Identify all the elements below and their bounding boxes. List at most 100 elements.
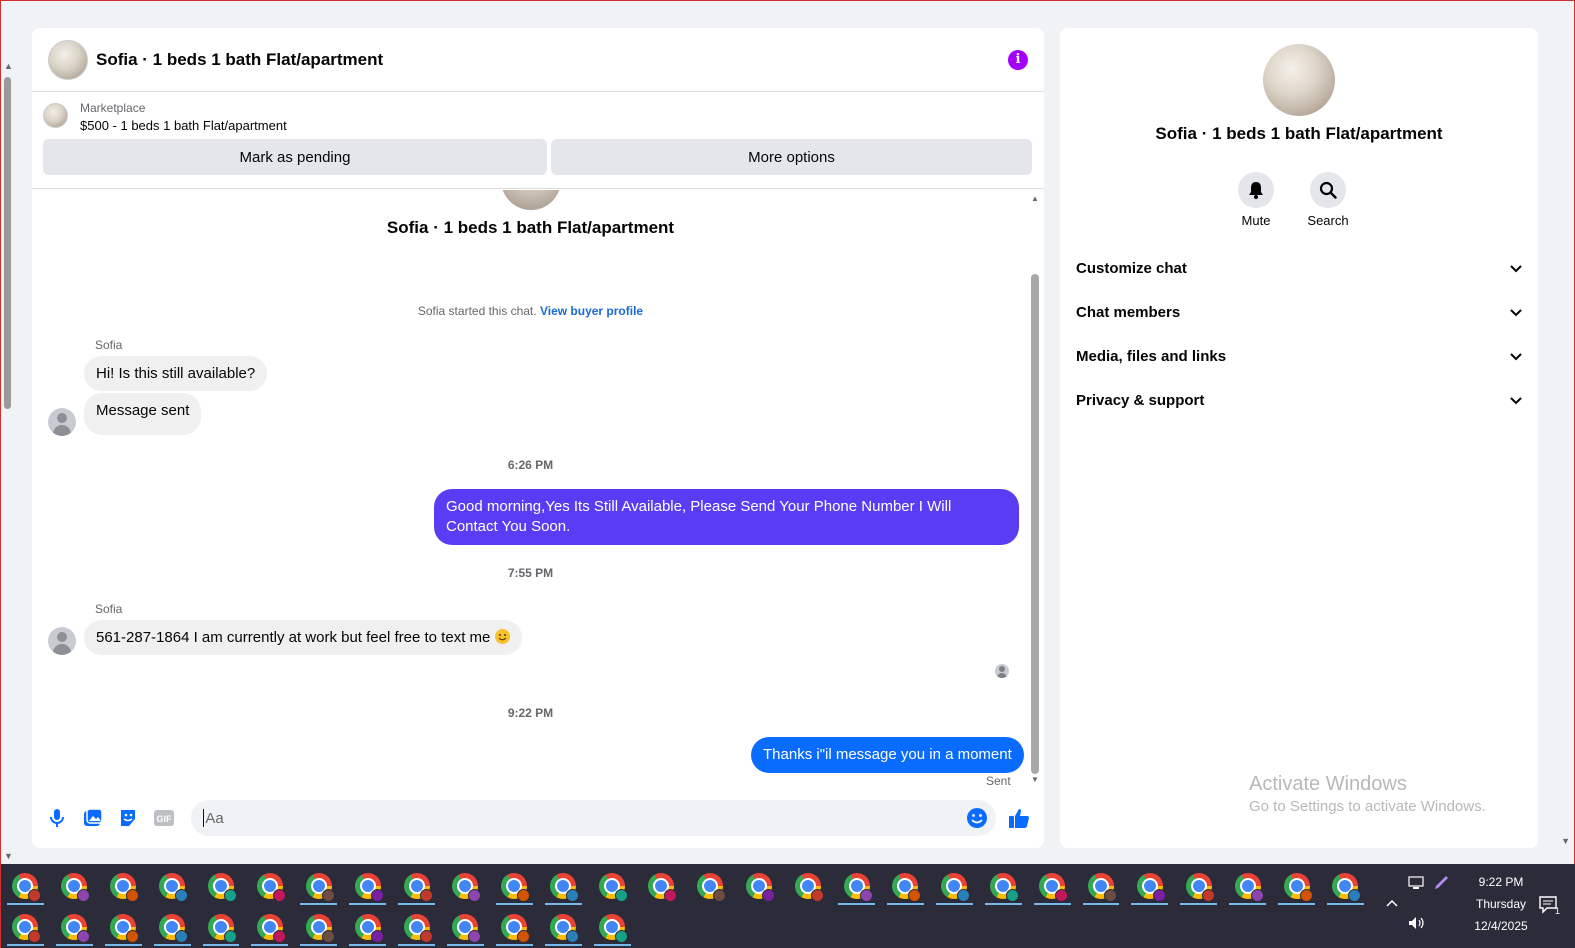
outgoing-message[interactable]: Thanks i"il message you in a moment: [751, 737, 1024, 773]
chrome-taskbar-button[interactable]: [245, 907, 294, 947]
chrome-taskbar-button[interactable]: [148, 866, 197, 906]
chrome-taskbar-button[interactable]: [50, 866, 99, 906]
page-scrollbar[interactable]: ▲ ▼: [1, 61, 15, 861]
mark-as-pending-button[interactable]: Mark as pending: [43, 139, 547, 175]
chrome-taskbar-button[interactable]: [294, 866, 343, 906]
chat-started-notice: Sofia started this chat. View buyer prof…: [32, 304, 1029, 318]
scroll-down-arrow[interactable]: ▼: [1031, 775, 1039, 784]
search-action[interactable]: Search: [1307, 172, 1349, 228]
chrome-icon: [159, 914, 189, 943]
chrome-taskbar-button[interactable]: [1174, 866, 1223, 906]
listing-avatar[interactable]: [48, 39, 88, 80]
chrome-taskbar-button[interactable]: [539, 866, 588, 906]
chrome-icon: [745, 873, 775, 902]
profile-badge-icon: [517, 930, 531, 943]
profile-badge-icon: [272, 930, 286, 943]
pen-icon[interactable]: [1434, 876, 1450, 890]
gif-icon[interactable]: GIF: [153, 807, 175, 829]
chrome-taskbar-button[interactable]: [99, 866, 148, 906]
privacy-support-section[interactable]: Privacy & support: [1076, 378, 1522, 422]
clock-date[interactable]: 12/4/2025: [1456, 919, 1546, 933]
chrome-taskbar-button[interactable]: [539, 907, 588, 947]
media-files-links-section[interactable]: Media, files and links: [1076, 334, 1522, 378]
chrome-taskbar-button[interactable]: [1272, 866, 1321, 906]
chrome-taskbar-button[interactable]: [392, 866, 441, 906]
more-options-button[interactable]: More options: [551, 139, 1032, 175]
notification-icon[interactable]: 1: [1538, 894, 1560, 921]
chevron-down-icon: [1510, 392, 1522, 409]
incoming-message[interactable]: 561-287-1864 I am currently at work but …: [84, 620, 522, 655]
scroll-up-arrow[interactable]: ▲: [1031, 194, 1039, 203]
info-icon[interactable]: i: [1008, 49, 1028, 70]
message-scrollbar[interactable]: ▲ ▼: [1029, 194, 1041, 784]
mute-action[interactable]: Mute: [1238, 172, 1274, 228]
microphone-icon[interactable]: [46, 807, 68, 829]
chrome-taskbar-button[interactable]: [1028, 866, 1077, 906]
chrome-taskbar-button[interactable]: [1, 866, 50, 906]
chrome-taskbar-button[interactable]: [881, 866, 930, 906]
sender-avatar[interactable]: [48, 627, 76, 655]
chrome-taskbar-button[interactable]: [148, 907, 197, 947]
profile-badge-icon: [810, 889, 824, 902]
message-input-placeholder: Aa: [205, 809, 224, 827]
search-icon[interactable]: [1310, 172, 1346, 208]
chrome-taskbar-button[interactable]: [588, 866, 637, 906]
chrome-taskbar-button[interactable]: [734, 866, 783, 906]
chrome-taskbar-button[interactable]: [1125, 866, 1174, 906]
message-list[interactable]: Sofia · 1 beds 1 bath Flat/apartment Sof…: [32, 190, 1044, 788]
chrome-taskbar-button[interactable]: [441, 907, 490, 947]
chrome-taskbar-button[interactable]: [441, 866, 490, 906]
sticker-icon[interactable]: [118, 807, 140, 829]
profile-badge-icon: [566, 889, 580, 902]
volume-icon[interactable]: [1408, 916, 1426, 935]
chrome-taskbar-button[interactable]: [832, 866, 881, 906]
chrome-taskbar-button[interactable]: [490, 866, 539, 906]
scroll-down-arrow[interactable]: ▼: [4, 851, 13, 861]
chrome-taskbar-button[interactable]: [197, 907, 246, 947]
customize-chat-section[interactable]: Customize chat: [1076, 246, 1522, 290]
clock-day[interactable]: Thursday: [1456, 897, 1546, 911]
chrome-taskbar-button[interactable]: [1, 907, 50, 947]
chrome-taskbar-button[interactable]: [685, 866, 734, 906]
bell-icon[interactable]: [1238, 172, 1274, 208]
chrome-taskbar-button[interactable]: [930, 866, 979, 906]
network-icon[interactable]: [1408, 876, 1426, 890]
chrome-taskbar-button[interactable]: [245, 866, 294, 906]
outgoing-message[interactable]: Good morning,Yes Its Still Available, Pl…: [434, 489, 1019, 545]
scrollbar-thumb[interactable]: [1031, 274, 1039, 774]
chrome-taskbar-button[interactable]: [1223, 866, 1272, 906]
chat-title[interactable]: Sofia · 1 beds 1 bath Flat/apartment: [96, 50, 1008, 70]
chat-members-section[interactable]: Chat members: [1076, 290, 1522, 334]
chrome-taskbar-button[interactable]: [50, 907, 99, 947]
scroll-up-arrow[interactable]: ▲: [4, 61, 13, 71]
chrome-taskbar-button[interactable]: [197, 866, 246, 906]
incoming-message[interactable]: Hi! Is this still available?: [84, 356, 268, 391]
chrome-taskbar-button[interactable]: [490, 907, 539, 947]
incoming-message[interactable]: Message sent: [84, 393, 202, 435]
chrome-taskbar-button[interactable]: [343, 907, 392, 947]
watermark-line2: Go to Settings to activate Windows.: [1249, 798, 1486, 815]
view-buyer-profile-link[interactable]: View buyer profile: [540, 304, 643, 318]
chrome-taskbar-button[interactable]: [294, 907, 343, 947]
chrome-taskbar-button[interactable]: [979, 866, 1028, 906]
thumbs-up-icon[interactable]: [1008, 807, 1030, 829]
chrome-taskbar-button[interactable]: [99, 907, 148, 947]
sender-avatar[interactable]: [48, 408, 76, 436]
chrome-taskbar-button[interactable]: [1077, 866, 1126, 906]
chrome-taskbar-button[interactable]: [343, 866, 392, 906]
chrome-taskbar-button[interactable]: [1321, 866, 1370, 906]
chevron-up-icon[interactable]: [1386, 894, 1398, 910]
message-input[interactable]: Aa: [191, 800, 996, 836]
chrome-taskbar-button[interactable]: [637, 866, 686, 906]
clock-time[interactable]: 9:22 PM: [1456, 875, 1546, 889]
section-label: Privacy & support: [1076, 391, 1205, 409]
scroll-down-arrow[interactable]: ▼: [1561, 836, 1570, 846]
chrome-taskbar-button[interactable]: [392, 907, 441, 947]
info-avatar[interactable]: [1263, 44, 1335, 116]
emoji-icon[interactable]: [966, 807, 988, 833]
chrome-taskbar-button[interactable]: [783, 866, 832, 906]
photo-icon[interactable]: [82, 807, 104, 829]
listing-summary[interactable]: $500 - 1 beds 1 bath Flat/apartment: [80, 118, 287, 133]
scrollbar-thumb[interactable]: [4, 77, 11, 409]
chrome-taskbar-button[interactable]: [588, 907, 637, 947]
